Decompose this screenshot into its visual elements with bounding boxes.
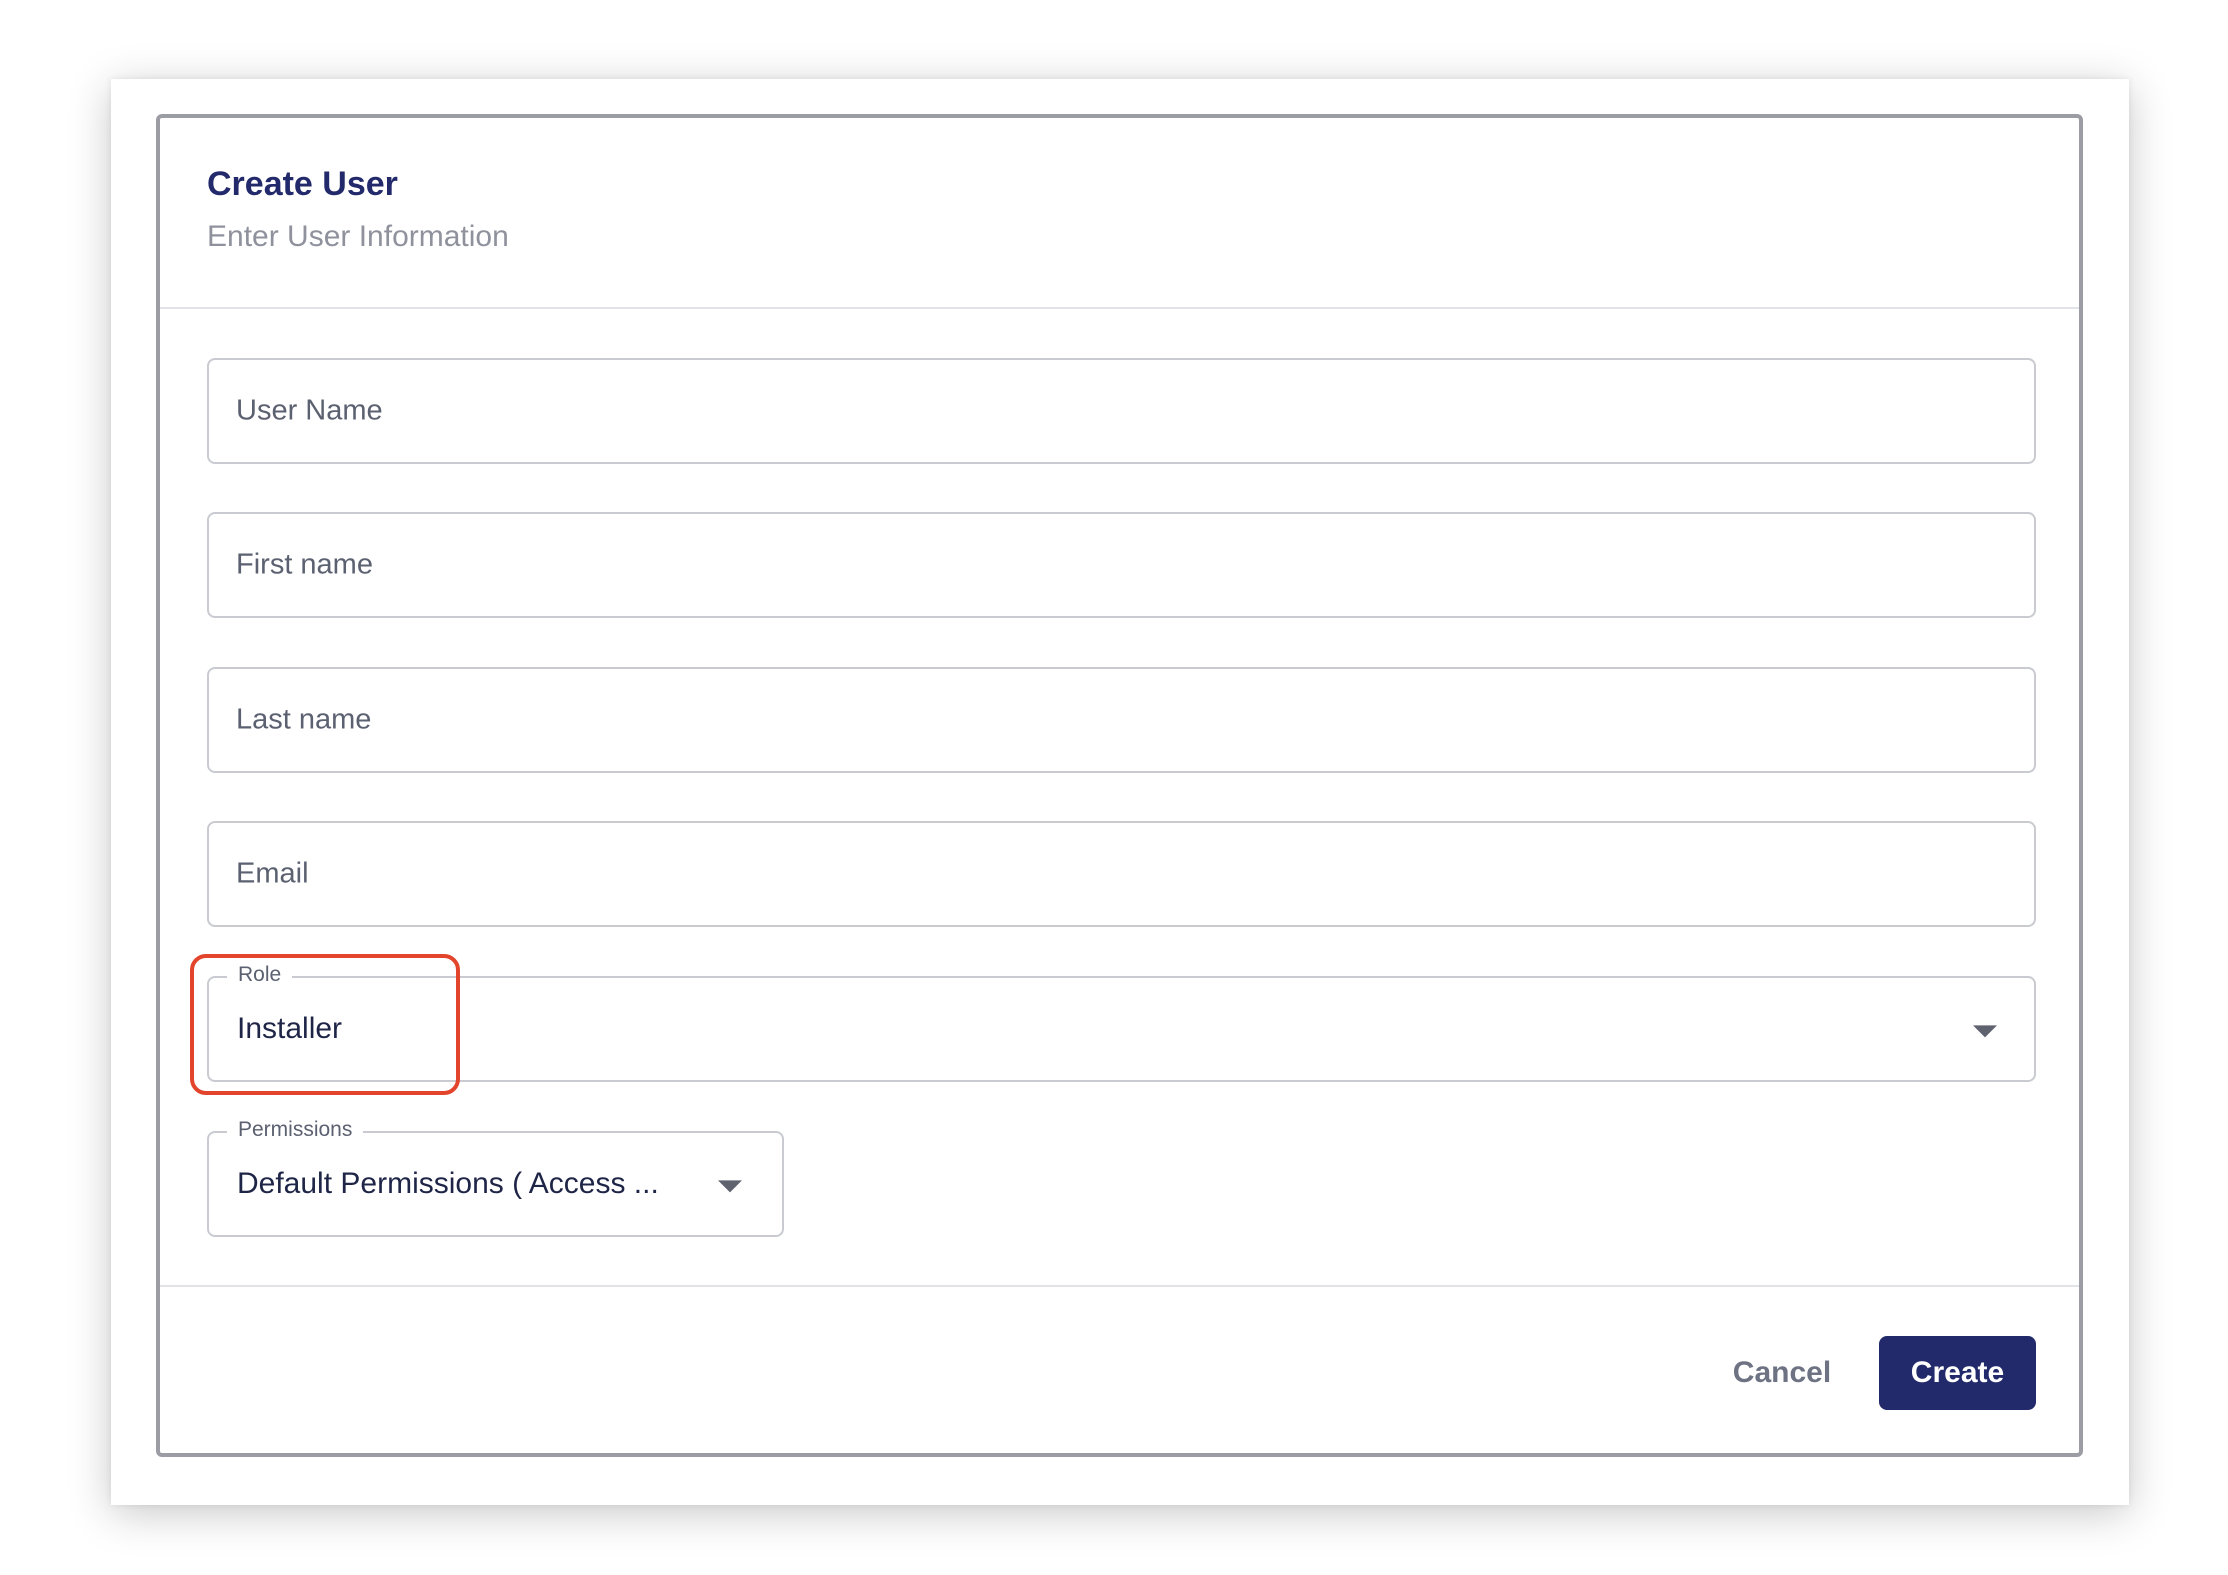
create-button[interactable]: Create <box>1879 1336 2036 1410</box>
first-name-placeholder: First name <box>236 548 373 581</box>
cancel-button[interactable]: Cancel <box>1710 1336 1854 1410</box>
footer-divider <box>160 1285 2079 1287</box>
caret-down-icon[interactable] <box>718 1180 742 1193</box>
header-divider <box>160 307 2079 309</box>
user-name-field[interactable]: User Name <box>207 358 2036 464</box>
first-name-field[interactable]: First name <box>207 512 2036 618</box>
permissions-value: Default Permissions ( Access ... <box>237 1167 659 1200</box>
user-name-placeholder: User Name <box>236 394 383 427</box>
email-field[interactable]: Email <box>207 821 2036 927</box>
dialog-title: Create User <box>207 165 398 203</box>
caret-down-icon[interactable] <box>1973 1025 1997 1038</box>
create-user-dialog <box>156 114 2083 1457</box>
last-name-placeholder: Last name <box>236 703 372 736</box>
permissions-label: Permissions <box>227 1118 364 1142</box>
role-select[interactable]: Role Installer <box>207 963 2036 1082</box>
last-name-field[interactable]: Last name <box>207 667 2036 773</box>
dialog-subtitle: Enter User Information <box>207 220 509 253</box>
role-label: Role <box>227 963 293 987</box>
role-value: Installer <box>237 1012 343 1045</box>
email-placeholder: Email <box>236 857 309 890</box>
permissions-select[interactable]: Permissions Default Permissions ( Access… <box>207 1118 784 1237</box>
